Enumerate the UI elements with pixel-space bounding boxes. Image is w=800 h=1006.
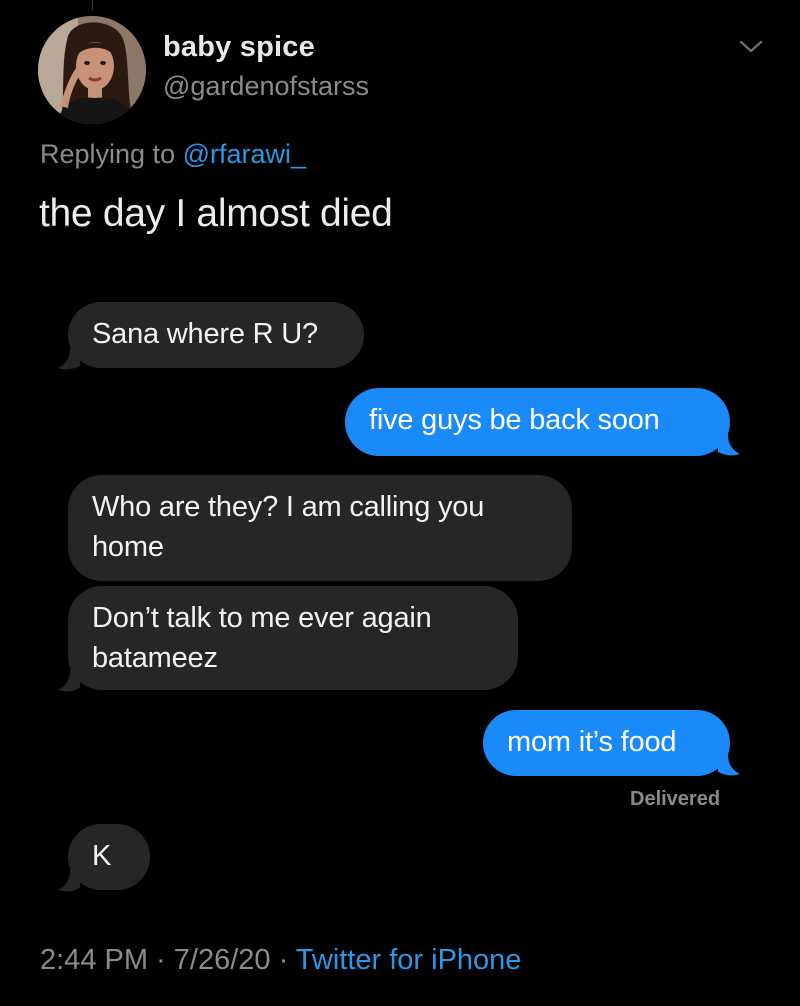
message-text: Don’t talk to me ever again batameez	[92, 602, 432, 674]
tweet-footer: 2:44 PM · 7/26/20 · Twitter for iPhone	[40, 944, 521, 977]
reply-mention-link[interactable]: @rfarawi_	[183, 139, 306, 169]
message-text: five guys be back soon	[369, 404, 660, 436]
message-bubble-incoming: K	[68, 824, 150, 890]
message-bubble-incoming: Sana where R U?	[68, 302, 364, 368]
message-bubble-incoming: Don’t talk to me ever again batameez	[68, 586, 518, 690]
message-bubble-incoming: Who are they? I am calling you home	[68, 475, 572, 581]
profile-photo-icon	[38, 16, 146, 124]
display-name[interactable]: baby spice	[163, 31, 315, 64]
user-handle[interactable]: @gardenofstarss	[163, 71, 369, 102]
bubble-tail	[58, 870, 80, 892]
message-text: K	[92, 840, 112, 872]
replying-to: Replying to @rfarawi_	[40, 139, 306, 170]
bubble-tail	[718, 434, 740, 456]
replying-to-label: Replying to	[40, 139, 176, 169]
tweet-timestamp[interactable]: 2:44 PM · 7/26/20 ·	[40, 944, 296, 976]
message-text: mom it’s food	[507, 726, 677, 758]
avatar[interactable]	[38, 16, 146, 124]
bubble-tail	[58, 348, 80, 370]
chevron-down-icon[interactable]	[737, 36, 765, 56]
message-bubble-outgoing: mom it’s food	[483, 710, 730, 776]
thread-line	[92, 0, 93, 10]
tweet-source-link[interactable]: Twitter for iPhone	[296, 944, 522, 976]
message-bubble-outgoing: five guys be back soon	[345, 388, 730, 456]
message-text: Who are they? I am calling you home	[92, 491, 485, 563]
delivered-status: Delivered	[630, 788, 721, 810]
bubble-tail	[58, 670, 80, 692]
message-text: Sana where R U?	[92, 318, 318, 350]
tweet-text: the day I almost died	[39, 192, 393, 235]
bubble-tail	[718, 754, 740, 776]
